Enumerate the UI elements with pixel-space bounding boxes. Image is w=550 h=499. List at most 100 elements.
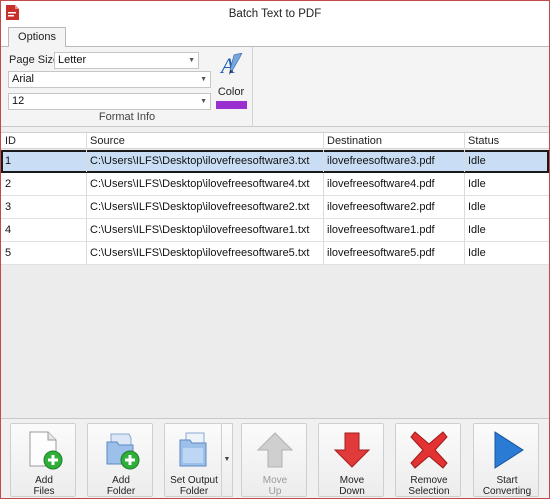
label-line: Set Output bbox=[170, 475, 218, 486]
remove-x-icon bbox=[410, 431, 448, 469]
cell-id: 3 bbox=[5, 201, 12, 213]
tab-options[interactable]: Options bbox=[8, 27, 66, 48]
label-line: Add bbox=[35, 475, 53, 486]
arrow-up-icon bbox=[256, 432, 294, 468]
cell-divider bbox=[464, 173, 465, 195]
font-color-icon: A bbox=[220, 53, 243, 78]
add-folder-button[interactable]: Add Folder bbox=[87, 423, 153, 497]
color-label: Color bbox=[217, 86, 245, 98]
cell-divider bbox=[323, 150, 324, 172]
set-output-label: Set Output Folder bbox=[165, 475, 223, 497]
label-line: Move bbox=[339, 475, 365, 486]
font-size-value: 12 bbox=[12, 95, 25, 107]
font-size-select[interactable]: 12 ▼ bbox=[8, 93, 211, 110]
table-row[interactable]: 3 C:\Users\ILFS\Desktop\ilovefreesoftwar… bbox=[1, 196, 549, 219]
cell-status: Idle bbox=[468, 224, 486, 236]
cell-source: C:\Users\ILFS\Desktop\ilovefreesoftware1… bbox=[90, 224, 310, 236]
cell-status: Idle bbox=[468, 155, 486, 167]
cell-divider bbox=[323, 219, 324, 241]
add-file-icon bbox=[29, 431, 63, 470]
cell-id: 1 bbox=[5, 155, 12, 167]
cell-source: C:\Users\ILFS\Desktop\ilovefreesoftware5… bbox=[90, 247, 310, 259]
color-button[interactable]: A Color bbox=[214, 51, 248, 109]
format-info-label: Format Info bbox=[98, 111, 156, 123]
label-line: Down bbox=[339, 486, 365, 497]
cell-destination: ilovefreesoftware5.pdf bbox=[327, 247, 435, 259]
add-files-label: Add Files bbox=[11, 475, 77, 497]
table-row[interactable]: 4 C:\Users\ILFS\Desktop\ilovefreesoftwar… bbox=[1, 219, 549, 242]
font-select[interactable]: Arial ▼ bbox=[8, 71, 211, 88]
start-converting-label: Start Converting bbox=[474, 475, 540, 497]
header-source[interactable]: Source bbox=[90, 133, 125, 149]
chevron-down-icon: ▼ bbox=[188, 57, 195, 64]
column-separator[interactable] bbox=[323, 133, 324, 149]
cell-id: 5 bbox=[5, 247, 12, 259]
cell-divider bbox=[86, 150, 87, 172]
cell-divider bbox=[323, 173, 324, 195]
app-window: Batch Text to PDF Options Page Size Lett… bbox=[0, 0, 550, 499]
cell-id: 4 bbox=[5, 224, 12, 236]
label-line: Folder bbox=[179, 486, 209, 497]
page-size-select[interactable]: Letter ▼ bbox=[54, 52, 199, 69]
cell-destination: ilovefreesoftware4.pdf bbox=[327, 178, 435, 190]
font-value: Arial bbox=[12, 73, 35, 85]
add-files-button[interactable]: Add Files bbox=[10, 423, 76, 497]
column-separator[interactable] bbox=[86, 133, 87, 149]
header-status[interactable]: Status bbox=[468, 133, 499, 149]
move-up-button[interactable]: Move Up bbox=[241, 423, 307, 497]
move-down-label: Move Down bbox=[319, 475, 385, 497]
play-icon bbox=[494, 431, 524, 469]
label-line: Selection bbox=[408, 486, 450, 497]
cell-destination: ilovefreesoftware1.pdf bbox=[327, 224, 435, 236]
start-converting-button[interactable]: Start Converting bbox=[473, 423, 539, 497]
add-folder-label: Add Folder bbox=[88, 475, 154, 497]
cell-divider bbox=[86, 173, 87, 195]
cell-divider bbox=[464, 196, 465, 218]
label-line: Remove bbox=[410, 475, 448, 486]
cell-divider bbox=[464, 219, 465, 241]
label-line: Up bbox=[268, 486, 282, 497]
ribbon-tabs: Options bbox=[1, 25, 549, 48]
cell-divider bbox=[86, 242, 87, 264]
chevron-down-icon: ▼ bbox=[223, 456, 231, 463]
window-title: Batch Text to PDF bbox=[228, 8, 322, 20]
add-folder-icon bbox=[106, 433, 140, 470]
cell-status: Idle bbox=[468, 247, 486, 259]
cell-source: C:\Users\ILFS\Desktop\ilovefreesoftware4… bbox=[90, 178, 310, 190]
remove-selection-button[interactable]: Remove Selection bbox=[395, 423, 461, 497]
cell-source: C:\Users\ILFS\Desktop\ilovefreesoftware3… bbox=[90, 155, 310, 167]
set-output-folder-button[interactable]: Set Output Folder bbox=[164, 423, 222, 497]
cell-divider bbox=[464, 150, 465, 172]
label-line: Folder bbox=[106, 486, 136, 497]
table-header: ID Source Destination Status bbox=[1, 133, 549, 149]
page-size-label: Page Size bbox=[9, 54, 60, 66]
label-line: Start bbox=[496, 475, 518, 486]
table-row[interactable]: 5 C:\Users\ILFS\Desktop\ilovefreesoftwar… bbox=[1, 242, 549, 265]
cell-divider bbox=[86, 219, 87, 241]
table-row[interactable]: 1 C:\Users\ILFS\Desktop\ilovefreesoftwar… bbox=[1, 150, 549, 173]
cell-destination: ilovefreesoftware2.pdf bbox=[327, 201, 435, 213]
move-down-button[interactable]: Move Down bbox=[318, 423, 384, 497]
format-info-group: Page Size Letter ▼ Arial ▼ 12 ▼ A Color bbox=[1, 47, 253, 127]
arrow-down-icon bbox=[333, 432, 371, 468]
remove-selection-label: Remove Selection bbox=[396, 475, 462, 497]
label-line: Converting bbox=[482, 486, 532, 497]
cell-source: C:\Users\ILFS\Desktop\ilovefreesoftware2… bbox=[90, 201, 310, 213]
color-swatch[interactable] bbox=[216, 101, 247, 109]
cell-status: Idle bbox=[468, 178, 486, 190]
move-up-label: Move Up bbox=[242, 475, 308, 497]
header-id[interactable]: ID bbox=[5, 133, 16, 149]
table-body: 1 C:\Users\ILFS\Desktop\ilovefreesoftwar… bbox=[1, 150, 549, 265]
chevron-down-icon: ▼ bbox=[200, 98, 207, 105]
label-line: Move bbox=[262, 475, 288, 486]
file-table[interactable]: ID Source Destination Status 1 C:\Users\… bbox=[1, 132, 549, 418]
cell-divider bbox=[464, 242, 465, 264]
cell-divider bbox=[86, 196, 87, 218]
label-line: Files bbox=[33, 486, 55, 497]
table-row[interactable]: 2 C:\Users\ILFS\Desktop\ilovefreesoftwar… bbox=[1, 173, 549, 196]
set-output-dropdown[interactable]: ▼ bbox=[222, 423, 233, 497]
column-separator[interactable] bbox=[464, 133, 465, 149]
cell-destination: ilovefreesoftware3.pdf bbox=[327, 155, 435, 167]
bottom-toolbar: Add Files Add Folder Set Output Folder ▼… bbox=[1, 418, 549, 498]
header-destination[interactable]: Destination bbox=[327, 133, 382, 149]
